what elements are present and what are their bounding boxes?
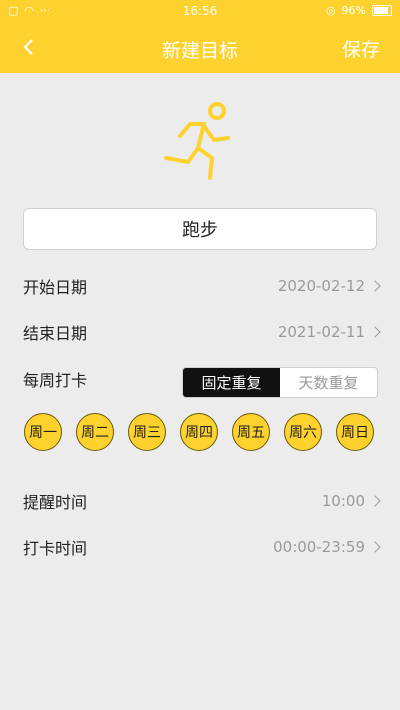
mode-fixed-button[interactable]: 固定重复	[183, 368, 280, 397]
mode-days-button[interactable]: 天数重复	[280, 368, 377, 397]
page-title: 新建目标	[161, 40, 238, 62]
end-date-value: 2021-02-11	[277, 323, 365, 341]
battery-percent: 96%	[341, 4, 366, 17]
status-right: ◎ 96%	[326, 4, 392, 17]
start-date-value: 2020-02-12	[277, 277, 365, 295]
reminder-time-row[interactable]: 提醒时间 10:00	[23, 486, 381, 516]
reminder-time-label: 提醒时间	[23, 493, 88, 512]
weekly-checkin-label: 每周打卡	[23, 371, 88, 390]
day-thu-button[interactable]: 周四	[180, 413, 218, 451]
day-wed-button[interactable]: 周三	[128, 413, 166, 451]
reminder-time-value-wrap: 10:00	[321, 492, 381, 510]
day-tue-button[interactable]: 周二	[76, 413, 114, 451]
chevron-right-icon	[369, 326, 381, 338]
goal-name-input[interactable]: 跑步	[23, 208, 377, 250]
reminder-time-value: 10:00	[321, 492, 365, 510]
day-mon-button[interactable]: 周一	[24, 413, 62, 451]
nav-bar: 新建目标 保存	[0, 22, 400, 73]
weekly-checkin-row: 每周打卡	[23, 364, 173, 394]
checkin-time-value: 00:00-23:59	[273, 538, 365, 556]
battery-icon	[372, 5, 392, 16]
end-date-value-wrap: 2021-02-11	[277, 323, 381, 341]
weekday-selector: 周一 周二 周三 周四 周五 周六 周日	[24, 413, 374, 453]
repeat-mode-toggle: 固定重复 天数重复	[182, 367, 378, 398]
checkin-time-row[interactable]: 打卡时间 00:00-23:59	[23, 532, 381, 562]
start-date-label: 开始日期	[23, 278, 88, 297]
chevron-right-icon	[369, 495, 381, 507]
save-button[interactable]: 保存	[342, 35, 380, 62]
checkin-time-value-wrap: 00:00-23:59	[273, 538, 381, 556]
chevron-right-icon	[369, 280, 381, 292]
app-header: ▢ ◠ ··· 16:56 ◎ 96% 新建目标 保存	[0, 0, 400, 73]
end-date-row[interactable]: 结束日期 2021-02-11	[23, 317, 381, 347]
start-date-value-wrap: 2020-02-12	[277, 277, 381, 295]
day-fri-button[interactable]: 周五	[232, 413, 270, 451]
day-sun-button[interactable]: 周日	[336, 413, 374, 451]
start-date-row[interactable]: 开始日期 2020-02-12	[23, 271, 381, 301]
location-icon: ◎	[325, 4, 336, 17]
runner-icon	[164, 102, 230, 180]
status-bar: ▢ ◠ ··· 16:56 ◎ 96%	[0, 0, 400, 22]
runner-icon-button[interactable]	[160, 96, 240, 186]
checkin-time-label: 打卡时间	[23, 539, 88, 558]
day-sat-button[interactable]: 周六	[284, 413, 322, 451]
chevron-right-icon	[369, 541, 381, 553]
end-date-label: 结束日期	[23, 324, 88, 343]
